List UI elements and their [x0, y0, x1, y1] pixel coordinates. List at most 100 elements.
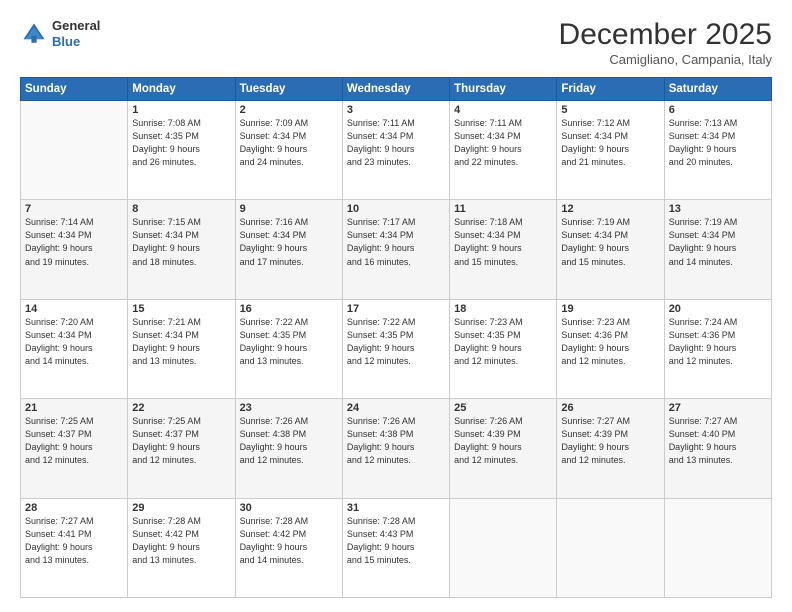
- day-cell: 29Sunrise: 7:28 AMSunset: 4:42 PMDayligh…: [128, 498, 235, 597]
- month-title: December 2025: [559, 18, 772, 52]
- day-info: Sunrise: 7:19 AMSunset: 4:34 PMDaylight:…: [669, 216, 767, 268]
- day-info: Sunrise: 7:20 AMSunset: 4:34 PMDaylight:…: [25, 316, 123, 368]
- day-number: 25: [454, 402, 552, 414]
- day-info: Sunrise: 7:26 AMSunset: 4:38 PMDaylight:…: [347, 415, 445, 467]
- day-info: Sunrise: 7:27 AMSunset: 4:41 PMDaylight:…: [25, 515, 123, 567]
- day-info: Sunrise: 7:13 AMSunset: 4:34 PMDaylight:…: [669, 117, 767, 169]
- day-info: Sunrise: 7:19 AMSunset: 4:34 PMDaylight:…: [561, 216, 659, 268]
- header-monday: Monday: [128, 78, 235, 101]
- empty-cell: [664, 498, 771, 597]
- day-number: 8: [132, 203, 230, 215]
- calendar-week-row: 7Sunrise: 7:14 AMSunset: 4:34 PMDaylight…: [21, 200, 772, 299]
- day-number: 1: [132, 104, 230, 116]
- header-saturday: Saturday: [664, 78, 771, 101]
- day-number: 10: [347, 203, 445, 215]
- day-cell: 5Sunrise: 7:12 AMSunset: 4:34 PMDaylight…: [557, 101, 664, 200]
- day-number: 18: [454, 303, 552, 315]
- day-cell: 7Sunrise: 7:14 AMSunset: 4:34 PMDaylight…: [21, 200, 128, 299]
- day-info: Sunrise: 7:27 AMSunset: 4:39 PMDaylight:…: [561, 415, 659, 467]
- day-info: Sunrise: 7:23 AMSunset: 4:36 PMDaylight:…: [561, 316, 659, 368]
- day-info: Sunrise: 7:22 AMSunset: 4:35 PMDaylight:…: [240, 316, 338, 368]
- day-info: Sunrise: 7:09 AMSunset: 4:34 PMDaylight:…: [240, 117, 338, 169]
- day-number: 14: [25, 303, 123, 315]
- day-info: Sunrise: 7:27 AMSunset: 4:40 PMDaylight:…: [669, 415, 767, 467]
- logo-icon: [20, 20, 48, 48]
- header-sunday: Sunday: [21, 78, 128, 101]
- day-number: 27: [669, 402, 767, 414]
- day-info: Sunrise: 7:25 AMSunset: 4:37 PMDaylight:…: [25, 415, 123, 467]
- calendar-week-row: 28Sunrise: 7:27 AMSunset: 4:41 PMDayligh…: [21, 498, 772, 597]
- day-cell: 13Sunrise: 7:19 AMSunset: 4:34 PMDayligh…: [664, 200, 771, 299]
- day-cell: 26Sunrise: 7:27 AMSunset: 4:39 PMDayligh…: [557, 399, 664, 498]
- calendar-table: SundayMondayTuesdayWednesdayThursdayFrid…: [20, 77, 772, 598]
- day-info: Sunrise: 7:11 AMSunset: 4:34 PMDaylight:…: [454, 117, 552, 169]
- day-cell: 1Sunrise: 7:08 AMSunset: 4:35 PMDaylight…: [128, 101, 235, 200]
- day-info: Sunrise: 7:24 AMSunset: 4:36 PMDaylight:…: [669, 316, 767, 368]
- day-cell: 30Sunrise: 7:28 AMSunset: 4:42 PMDayligh…: [235, 498, 342, 597]
- day-info: Sunrise: 7:25 AMSunset: 4:37 PMDaylight:…: [132, 415, 230, 467]
- day-cell: 2Sunrise: 7:09 AMSunset: 4:34 PMDaylight…: [235, 101, 342, 200]
- title-block: December 2025 Camigliano, Campania, Ital…: [559, 18, 772, 67]
- calendar-week-row: 14Sunrise: 7:20 AMSunset: 4:34 PMDayligh…: [21, 299, 772, 398]
- day-info: Sunrise: 7:21 AMSunset: 4:34 PMDaylight:…: [132, 316, 230, 368]
- day-number: 7: [25, 203, 123, 215]
- day-number: 29: [132, 502, 230, 514]
- day-cell: 12Sunrise: 7:19 AMSunset: 4:34 PMDayligh…: [557, 200, 664, 299]
- header-wednesday: Wednesday: [342, 78, 449, 101]
- day-number: 30: [240, 502, 338, 514]
- empty-cell: [557, 498, 664, 597]
- day-cell: 16Sunrise: 7:22 AMSunset: 4:35 PMDayligh…: [235, 299, 342, 398]
- logo: General Blue: [20, 18, 100, 49]
- day-number: 9: [240, 203, 338, 215]
- day-cell: 19Sunrise: 7:23 AMSunset: 4:36 PMDayligh…: [557, 299, 664, 398]
- day-cell: 23Sunrise: 7:26 AMSunset: 4:38 PMDayligh…: [235, 399, 342, 498]
- day-cell: 11Sunrise: 7:18 AMSunset: 4:34 PMDayligh…: [450, 200, 557, 299]
- day-number: 17: [347, 303, 445, 315]
- day-cell: 10Sunrise: 7:17 AMSunset: 4:34 PMDayligh…: [342, 200, 449, 299]
- day-cell: 21Sunrise: 7:25 AMSunset: 4:37 PMDayligh…: [21, 399, 128, 498]
- day-info: Sunrise: 7:15 AMSunset: 4:34 PMDaylight:…: [132, 216, 230, 268]
- logo-general-text: General: [52, 18, 100, 33]
- day-number: 23: [240, 402, 338, 414]
- day-info: Sunrise: 7:22 AMSunset: 4:35 PMDaylight:…: [347, 316, 445, 368]
- day-cell: 6Sunrise: 7:13 AMSunset: 4:34 PMDaylight…: [664, 101, 771, 200]
- day-cell: 25Sunrise: 7:26 AMSunset: 4:39 PMDayligh…: [450, 399, 557, 498]
- day-info: Sunrise: 7:26 AMSunset: 4:38 PMDaylight:…: [240, 415, 338, 467]
- day-number: 2: [240, 104, 338, 116]
- location: Camigliano, Campania, Italy: [559, 52, 772, 67]
- day-number: 16: [240, 303, 338, 315]
- day-cell: 20Sunrise: 7:24 AMSunset: 4:36 PMDayligh…: [664, 299, 771, 398]
- day-cell: 14Sunrise: 7:20 AMSunset: 4:34 PMDayligh…: [21, 299, 128, 398]
- logo-blue-text: Blue: [52, 34, 80, 49]
- header: General Blue December 2025 Camigliano, C…: [20, 18, 772, 67]
- day-cell: 15Sunrise: 7:21 AMSunset: 4:34 PMDayligh…: [128, 299, 235, 398]
- day-info: Sunrise: 7:28 AMSunset: 4:42 PMDaylight:…: [132, 515, 230, 567]
- day-number: 24: [347, 402, 445, 414]
- day-number: 20: [669, 303, 767, 315]
- day-number: 19: [561, 303, 659, 315]
- day-number: 3: [347, 104, 445, 116]
- day-number: 28: [25, 502, 123, 514]
- day-info: Sunrise: 7:08 AMSunset: 4:35 PMDaylight:…: [132, 117, 230, 169]
- day-number: 6: [669, 104, 767, 116]
- day-cell: 9Sunrise: 7:16 AMSunset: 4:34 PMDaylight…: [235, 200, 342, 299]
- day-number: 22: [132, 402, 230, 414]
- day-number: 11: [454, 203, 552, 215]
- day-number: 4: [454, 104, 552, 116]
- calendar-week-row: 1Sunrise: 7:08 AMSunset: 4:35 PMDaylight…: [21, 101, 772, 200]
- header-tuesday: Tuesday: [235, 78, 342, 101]
- calendar-week-row: 21Sunrise: 7:25 AMSunset: 4:37 PMDayligh…: [21, 399, 772, 498]
- day-number: 13: [669, 203, 767, 215]
- calendar-header-row: SundayMondayTuesdayWednesdayThursdayFrid…: [21, 78, 772, 101]
- empty-cell: [450, 498, 557, 597]
- day-number: 26: [561, 402, 659, 414]
- day-cell: 4Sunrise: 7:11 AMSunset: 4:34 PMDaylight…: [450, 101, 557, 200]
- day-info: Sunrise: 7:14 AMSunset: 4:34 PMDaylight:…: [25, 216, 123, 268]
- day-info: Sunrise: 7:26 AMSunset: 4:39 PMDaylight:…: [454, 415, 552, 467]
- day-info: Sunrise: 7:23 AMSunset: 4:35 PMDaylight:…: [454, 316, 552, 368]
- day-cell: 28Sunrise: 7:27 AMSunset: 4:41 PMDayligh…: [21, 498, 128, 597]
- day-number: 15: [132, 303, 230, 315]
- day-cell: 27Sunrise: 7:27 AMSunset: 4:40 PMDayligh…: [664, 399, 771, 498]
- day-info: Sunrise: 7:17 AMSunset: 4:34 PMDaylight:…: [347, 216, 445, 268]
- day-info: Sunrise: 7:28 AMSunset: 4:43 PMDaylight:…: [347, 515, 445, 567]
